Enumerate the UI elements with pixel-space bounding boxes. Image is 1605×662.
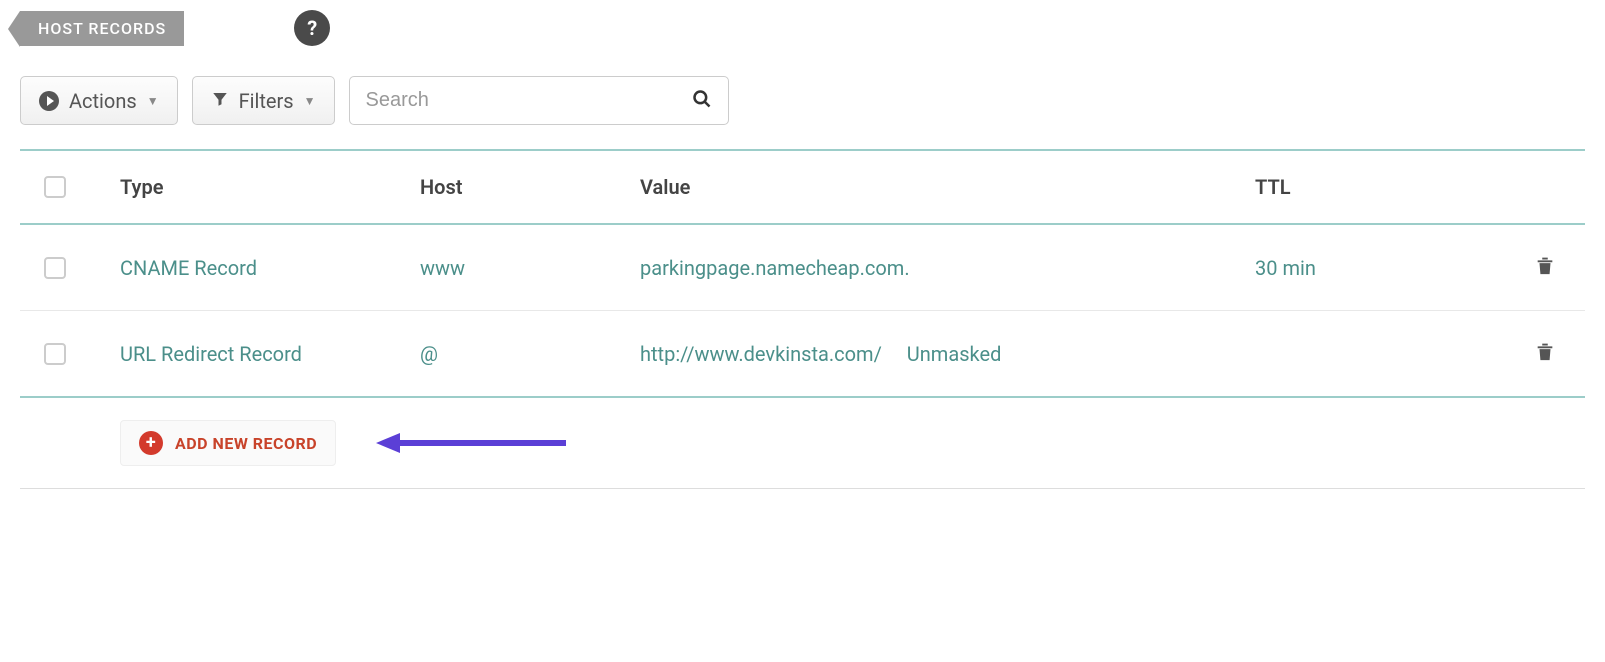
filters-dropdown[interactable]: Filters ▼ [192, 76, 335, 125]
trash-icon[interactable] [1534, 339, 1556, 363]
header-value: Value [640, 175, 1255, 199]
filter-icon [211, 89, 229, 113]
chevron-down-icon: ▼ [147, 94, 159, 108]
row-checkbox[interactable] [44, 343, 66, 365]
play-icon [39, 91, 59, 111]
search-field-wrap [349, 76, 729, 125]
host-records-tab[interactable]: HOST RECORDS [20, 11, 184, 46]
host-records-table: Type Host Value TTL CNAME Record www par… [20, 149, 1585, 398]
cell-type[interactable]: URL Redirect Record [120, 342, 420, 366]
header-host: Host [420, 175, 640, 199]
plus-icon: + [139, 431, 163, 455]
arrow-annotation-icon [376, 431, 566, 455]
cell-value[interactable]: parkingpage.namecheap.com. [640, 256, 1255, 280]
chevron-down-icon: ▼ [304, 94, 316, 108]
row-checkbox[interactable] [44, 257, 66, 279]
help-icon[interactable]: ? [294, 10, 330, 46]
search-input[interactable] [366, 77, 692, 124]
filters-label: Filters [239, 89, 294, 113]
cell-host[interactable]: @ [420, 342, 640, 366]
header-type: Type [120, 175, 420, 199]
cell-value[interactable]: http://www.devkinsta.com/ Unmasked [640, 342, 1255, 366]
actions-label: Actions [69, 89, 137, 113]
cell-type[interactable]: CNAME Record [120, 256, 420, 280]
add-label: ADD NEW RECORD [175, 434, 317, 453]
add-new-record-button[interactable]: + ADD NEW RECORD [120, 420, 336, 466]
table-row: URL Redirect Record @ http://www.devkins… [20, 311, 1585, 398]
cell-host[interactable]: www [420, 256, 640, 280]
table-header: Type Host Value TTL [20, 151, 1585, 225]
table-row: CNAME Record www parkingpage.namecheap.c… [20, 225, 1585, 311]
search-icon[interactable] [692, 89, 712, 113]
actions-dropdown[interactable]: Actions ▼ [20, 76, 178, 125]
header-ttl: TTL [1255, 175, 1505, 199]
cell-ttl[interactable]: 30 min [1255, 256, 1505, 280]
add-record-row: + ADD NEW RECORD [20, 398, 1585, 489]
select-all-checkbox[interactable] [44, 176, 66, 198]
trash-icon[interactable] [1534, 253, 1556, 277]
